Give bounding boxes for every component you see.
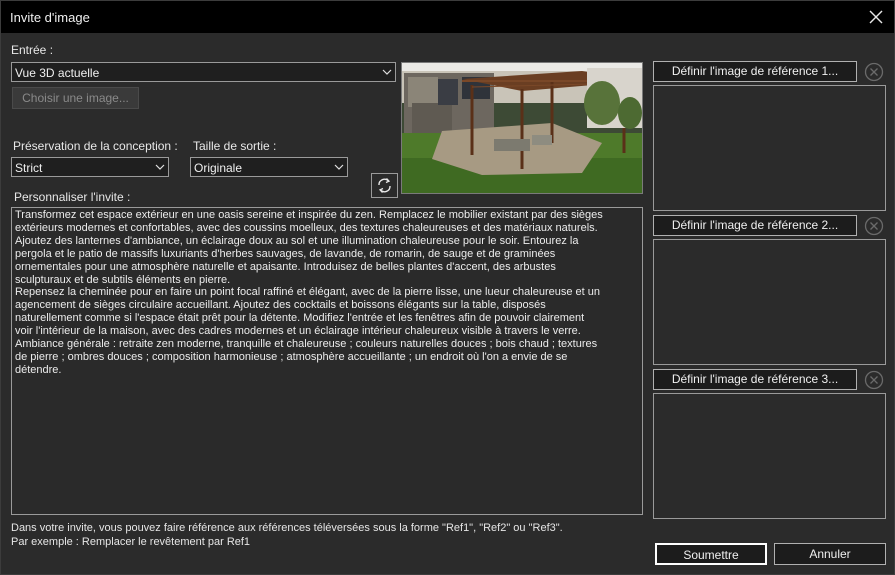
set-reference-3-button[interactable]: Définir l'image de référence 3...	[653, 369, 857, 390]
title-bar: Invite d'image	[1, 1, 894, 33]
refresh-preview-button[interactable]	[371, 173, 398, 198]
reference-1-image-area	[653, 85, 886, 211]
prompt-line: de pierre ; ombres douces ; composition …	[15, 350, 568, 363]
set-reference-2-button[interactable]: Définir l'image de référence 2...	[653, 215, 857, 236]
preview-image	[401, 62, 643, 194]
design-preservation-select[interactable]: Strict	[11, 157, 169, 177]
cancel-button[interactable]: Annuler	[774, 543, 886, 565]
chevron-down-icon	[155, 164, 165, 170]
clear-reference-2-icon[interactable]	[863, 215, 885, 237]
clear-reference-3-icon[interactable]	[863, 369, 885, 391]
chevron-down-icon	[382, 69, 392, 75]
prompt-line: pergola et le patio de massifs luxuriant…	[15, 247, 556, 260]
input-source-value: Vue 3D actuelle	[15, 66, 100, 80]
prompt-line: voir l'intérieur de la maison, avec des …	[15, 325, 581, 338]
prompt-line: Repensez la cheminée pour en faire un po…	[15, 286, 601, 299]
reference-hint: Dans votre invite, vous pouvez faire réf…	[11, 522, 563, 534]
prompt-line: sculpturaux et de subtils éléments en pi…	[15, 273, 231, 286]
submit-button[interactable]: Soumettre	[655, 543, 767, 565]
output-size-value: Originale	[194, 161, 243, 175]
prompt-line: naturellement comme si l'espace était pr…	[15, 312, 585, 325]
dialog-title: Invite d'image	[10, 10, 90, 25]
set-reference-1-button[interactable]: Définir l'image de référence 1...	[653, 61, 857, 82]
input-label: Entrée :	[11, 43, 54, 57]
custom-prompt-label: Personnaliser l'invite :	[14, 190, 131, 204]
close-icon[interactable]	[864, 5, 888, 29]
prompt-line: ornementales pour une atmosphère naturel…	[15, 260, 556, 273]
prompt-line: Transformez cet espace extérieur en une …	[15, 209, 603, 221]
reference-example: Par exemple : Remplacer le revêtement pa…	[11, 536, 251, 548]
design-preservation-label: Préservation de la conception :	[13, 139, 178, 153]
refresh-icon	[378, 178, 391, 193]
input-source-select[interactable]: Vue 3D actuelle	[11, 62, 396, 82]
reference-3-image-area	[653, 393, 886, 519]
prompt-line: détendre.	[15, 363, 62, 376]
output-size-label: Taille de sortie :	[193, 139, 277, 153]
design-preservation-value: Strict	[15, 161, 43, 175]
prompt-line: Ajoutez des lanternes d'ambiance, un écl…	[15, 234, 579, 247]
prompt-textarea[interactable]: Transformez cet espace extérieur en une …	[11, 207, 643, 515]
image-prompt-dialog: Invite d'image Entrée : Vue 3D actuelle …	[0, 0, 895, 575]
choose-image-button[interactable]: Choisir une image...	[12, 87, 139, 109]
prompt-line: agencement de sièges circulaire accueill…	[15, 299, 546, 312]
prompt-line: Ambiance générale : retraite zen moderne…	[15, 338, 598, 351]
output-size-select[interactable]: Originale	[190, 157, 348, 177]
clear-reference-1-icon[interactable]	[863, 61, 885, 83]
prompt-line: extérieurs modernes et confortables, ave…	[15, 221, 598, 234]
reference-2-image-area	[653, 239, 886, 365]
chevron-down-icon	[334, 164, 344, 170]
